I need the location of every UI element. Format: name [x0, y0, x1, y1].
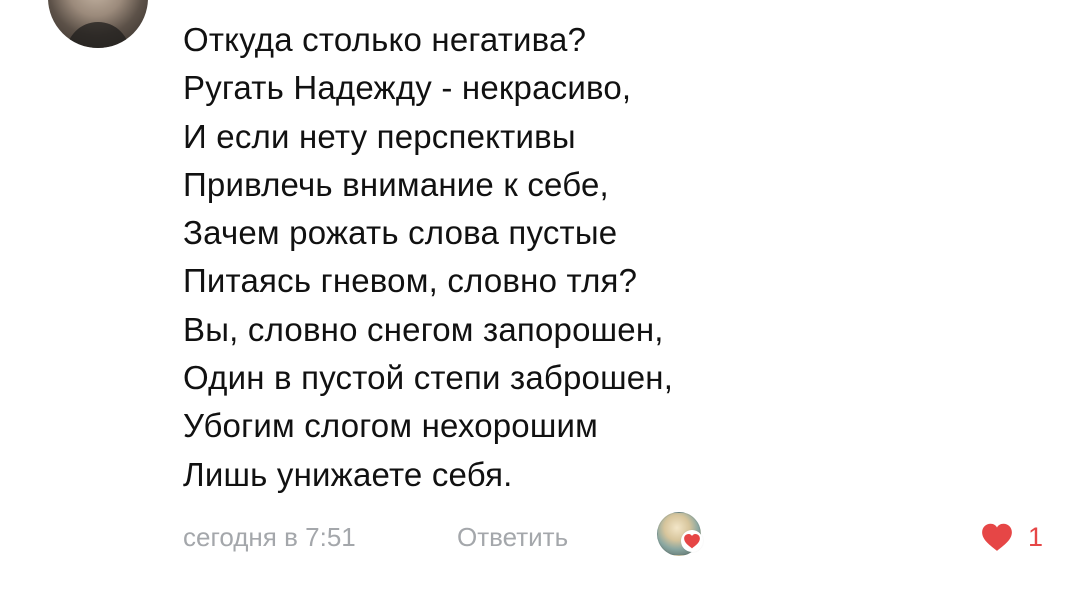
comment-line: И если нету перспективы: [183, 117, 576, 155]
comment-line: Ругать Надежду - некрасиво,: [183, 69, 632, 107]
comment-line: Убогим слогом нехорошим: [183, 407, 599, 445]
comment-line: Привлечь внимание к себе,: [183, 165, 609, 203]
comment-body: Откуда столько негатива? Ругать Надежду …: [183, 16, 1043, 499]
comment-timestamp: сегодня в 7:51: [183, 522, 356, 552]
likes-count: 1: [1027, 522, 1043, 552]
like-heart-icon[interactable]: [980, 522, 1014, 552]
comment-line: Вы, словно снегом запорошен,: [183, 310, 664, 348]
heart-icon: [684, 533, 700, 549]
liker-indicator[interactable]: [657, 512, 703, 566]
reply-button[interactable]: Ответить: [457, 517, 568, 557]
comment-footer: сегодня в 7:51 Ответить 1: [183, 512, 1043, 557]
comment-line: Лишь унижаете себя.: [183, 455, 513, 493]
commenter-avatar[interactable]: [48, 0, 148, 48]
comment-line: Зачем рожать слова пустые: [183, 214, 618, 252]
like-area: 1: [980, 517, 1043, 557]
comment-line: Питаясь гневом, словно тля?: [183, 262, 638, 300]
comment-line: Один в пустой степи заброшен,: [183, 359, 674, 397]
comment-line: Откуда столько негатива?: [183, 21, 587, 58]
liker-heart-badge: [681, 530, 703, 552]
